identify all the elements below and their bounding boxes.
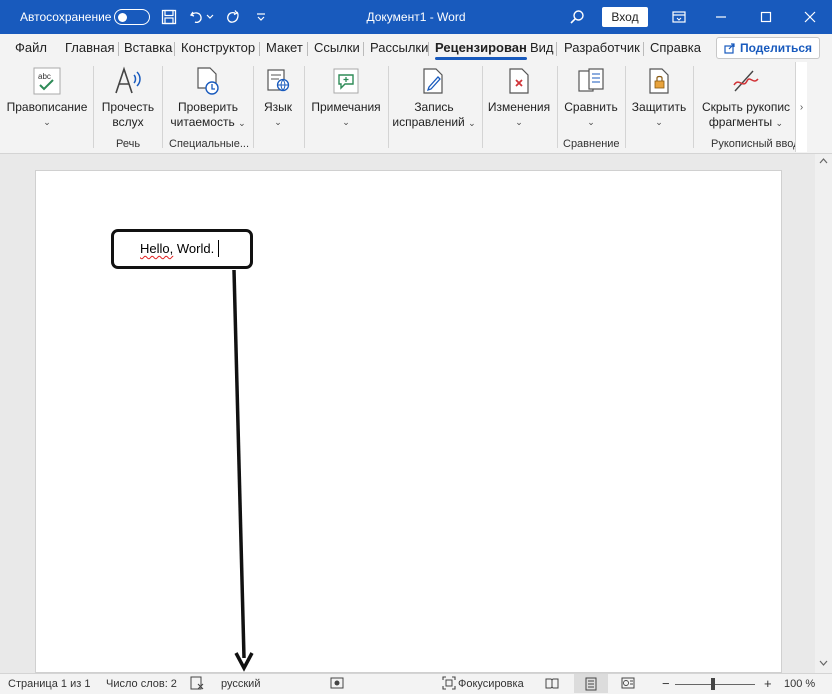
ribbon-tabs: Файл Главная Вставка Конструктор Макет С… bbox=[0, 34, 832, 62]
ribbon: abc Правописание ⌄ Прочесть вслух Речь П… bbox=[0, 62, 832, 154]
spelling-button[interactable]: abc Правописание ⌄ bbox=[5, 66, 89, 130]
web-layout-icon[interactable] bbox=[621, 677, 635, 692]
hide-ink-line1: Скрыть рукопис bbox=[701, 100, 791, 114]
zoom-slider[interactable] bbox=[675, 684, 755, 685]
read-aloud-line2: вслух bbox=[112, 115, 144, 129]
close-button[interactable] bbox=[795, 4, 825, 30]
tab-view[interactable]: Вид bbox=[530, 40, 554, 55]
scroll-up-icon[interactable] bbox=[819, 158, 828, 164]
check-accessibility-button[interactable]: Проверить читаемость ⌄ bbox=[168, 66, 248, 131]
title-bar: Автосохранение Документ1 - Word Вход bbox=[0, 0, 832, 34]
tab-file[interactable]: Файл bbox=[15, 40, 47, 55]
save-icon[interactable] bbox=[158, 6, 180, 28]
svg-text:abc: abc bbox=[38, 72, 51, 81]
group-speech-label: Речь bbox=[116, 138, 141, 150]
maximize-button[interactable] bbox=[751, 4, 781, 30]
redo-icon[interactable] bbox=[222, 6, 244, 28]
track-changes-button[interactable]: Запись исправлений ⌄ bbox=[392, 66, 476, 131]
language-icon bbox=[262, 66, 294, 96]
signin-button[interactable]: Вход bbox=[602, 7, 648, 27]
autosave-toggle[interactable] bbox=[114, 9, 150, 25]
tab-layout[interactable]: Макет bbox=[266, 40, 303, 55]
language-status[interactable]: русский bbox=[221, 678, 260, 690]
page-count[interactable]: Страница 1 из 1 bbox=[8, 678, 90, 690]
macro-record-icon[interactable] bbox=[330, 677, 344, 692]
compare-button[interactable]: Сравнить ⌄ bbox=[561, 66, 621, 130]
check-accessibility-line2: читаемость bbox=[170, 115, 235, 129]
tab-references[interactable]: Ссылки bbox=[314, 40, 360, 55]
tab-mailings[interactable]: Рассылки bbox=[370, 40, 428, 55]
status-bar: Страница 1 из 1 Число слов: 2 русский Фо… bbox=[0, 673, 832, 694]
language-label: Язык bbox=[263, 100, 293, 114]
tab-insert[interactable]: Вставка bbox=[124, 40, 172, 55]
undo-dropdown-icon[interactable] bbox=[204, 6, 216, 28]
zoom-level[interactable]: 100 % bbox=[784, 678, 815, 690]
compare-label: Сравнить bbox=[564, 100, 618, 114]
lock-icon bbox=[643, 66, 675, 96]
autosave-label: Автосохранение bbox=[20, 10, 112, 24]
ribbon-display-icon[interactable] bbox=[668, 6, 690, 28]
track-changes-icon bbox=[418, 66, 450, 96]
group-ink-label: Рукописный ввод bbox=[711, 138, 795, 150]
share-icon bbox=[724, 43, 735, 54]
print-layout-icon[interactable] bbox=[574, 674, 608, 693]
group-compare-label: Сравнение bbox=[563, 138, 620, 150]
customize-toolbar-icon[interactable] bbox=[250, 6, 272, 28]
document-text-rest: World. bbox=[173, 241, 215, 256]
track-changes-line1: Запись bbox=[414, 100, 454, 114]
track-changes-line2: исправлений bbox=[392, 115, 465, 129]
tab-help[interactable]: Справка bbox=[650, 40, 701, 55]
accessibility-icon bbox=[192, 66, 224, 96]
read-mode-icon[interactable] bbox=[545, 677, 559, 692]
comment-icon bbox=[330, 66, 362, 96]
read-aloud-button[interactable]: Прочесть вслух bbox=[98, 66, 158, 130]
comments-button[interactable]: Примечания ⌄ bbox=[308, 66, 384, 130]
ribbon-scroll-right-icon[interactable]: › bbox=[795, 62, 807, 152]
language-button[interactable]: Язык ⌄ bbox=[258, 66, 298, 130]
read-aloud-icon bbox=[112, 66, 144, 96]
share-label: Поделиться bbox=[739, 41, 813, 55]
misspelled-word: Hello, bbox=[140, 241, 174, 256]
changes-icon bbox=[503, 66, 535, 96]
compare-icon bbox=[575, 66, 607, 96]
scroll-down-icon[interactable] bbox=[819, 660, 828, 666]
changes-label: Изменения bbox=[487, 100, 551, 114]
focus-button[interactable]: Фокусировка bbox=[458, 678, 524, 690]
vertical-scrollbar[interactable] bbox=[815, 154, 832, 673]
zoom-in-icon[interactable]: + bbox=[764, 676, 772, 691]
tab-home[interactable]: Главная bbox=[65, 40, 114, 55]
comments-label: Примечания bbox=[311, 100, 381, 114]
search-icon[interactable] bbox=[566, 6, 588, 28]
abc-check-icon: abc bbox=[31, 66, 63, 96]
read-aloud-line1: Прочесть bbox=[101, 100, 155, 114]
word-count[interactable]: Число слов: 2 bbox=[106, 678, 177, 690]
focus-icon bbox=[442, 676, 456, 693]
hide-ink-line2: фрагменты bbox=[708, 115, 773, 129]
tab-design[interactable]: Конструктор bbox=[181, 40, 255, 55]
tab-developer[interactable]: Разработчик bbox=[564, 40, 640, 55]
check-accessibility-line1: Проверить bbox=[177, 100, 238, 114]
spelling-label: Правописание bbox=[6, 100, 88, 114]
zoom-out-icon[interactable]: − bbox=[662, 676, 670, 691]
hide-ink-button[interactable]: Скрыть рукопис фрагменты ⌄ bbox=[697, 66, 795, 131]
ink-icon bbox=[730, 66, 762, 96]
zoom-slider-thumb[interactable] bbox=[711, 678, 715, 690]
share-button[interactable]: Поделиться bbox=[716, 37, 820, 59]
protect-label: Защитить bbox=[631, 100, 687, 114]
proofing-icon[interactable] bbox=[190, 676, 204, 693]
text-cursor bbox=[218, 240, 219, 257]
tab-review[interactable]: Рецензирован bbox=[435, 40, 527, 60]
minimize-button[interactable] bbox=[706, 4, 736, 30]
protect-button[interactable]: Защитить ⌄ bbox=[629, 66, 689, 130]
document-text[interactable]: Hello, World. bbox=[140, 241, 214, 256]
changes-button[interactable]: Изменения ⌄ bbox=[486, 66, 552, 130]
group-accessibility-label: Специальные... bbox=[169, 138, 249, 150]
